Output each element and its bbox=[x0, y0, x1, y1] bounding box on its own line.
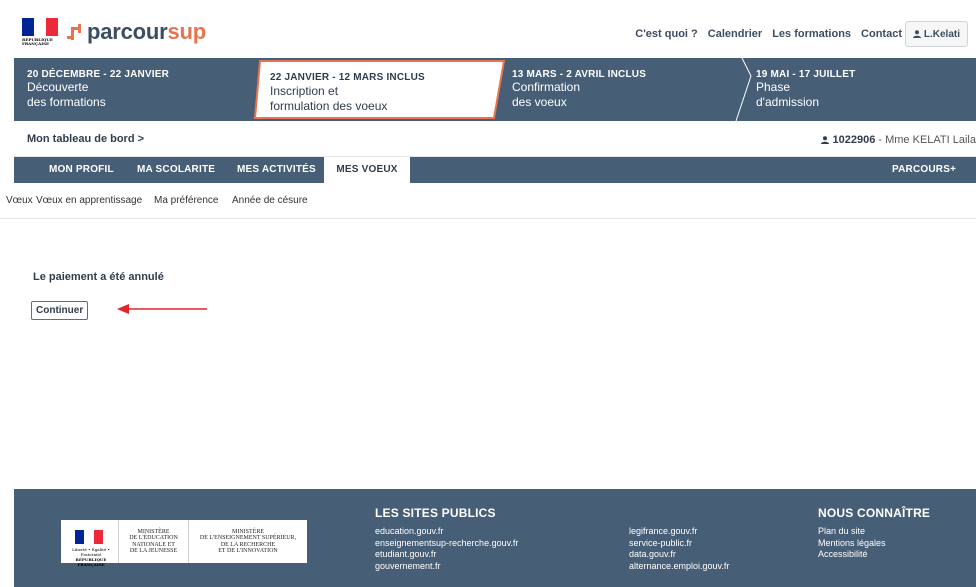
main-navigation: MON PROFIL MA SCOLARITE MES ACTIVITÉS ME… bbox=[14, 157, 976, 183]
footer-link[interactable]: service-public.fr bbox=[629, 538, 729, 550]
nav-contact[interactable]: Contact bbox=[861, 28, 902, 40]
parcoursup-wordmark: parcoursup bbox=[87, 19, 207, 44]
user-icon bbox=[912, 30, 921, 38]
phase-name: Inscription et formulation des voeux bbox=[270, 84, 388, 113]
subtab-ma-preference[interactable]: Ma préférence bbox=[154, 195, 218, 206]
phase-date: 22 JANVIER - 12 MARS INCLUS bbox=[270, 72, 425, 83]
sites-publics-heading: LES SITES PUBLICS bbox=[375, 506, 496, 520]
footer-link[interactable]: etudiant.gouv.fr bbox=[375, 549, 518, 561]
sub-navigation: Vœux Vœux en apprentissage Ma préférence… bbox=[0, 183, 976, 219]
footer-link[interactable]: data.gouv.fr bbox=[629, 549, 729, 561]
phase-confirmation[interactable]: 13 MARS - 2 AVRIL INCLUS Confirmation des… bbox=[510, 58, 742, 121]
tab-parcours-plus[interactable]: PARCOURS+ bbox=[892, 157, 956, 183]
user-info: 1022906 - Mme KELATI Laila bbox=[821, 134, 976, 146]
user-name: - Mme KELATI Laila bbox=[875, 134, 976, 146]
tab-mes-activites[interactable]: MES ACTIVITÉS bbox=[237, 157, 316, 183]
main-content: Le paiement a été annulé Continuer bbox=[14, 219, 976, 489]
phase-admission[interactable]: 19 MAI - 17 JUILLET Phase d'admission bbox=[754, 58, 974, 121]
site-header: RÉPUBLIQUE FRANÇAISE parcoursup C'est qu… bbox=[0, 0, 976, 58]
nav-cest-quoi[interactable]: C'est quoi ? bbox=[635, 28, 698, 40]
dashboard-link[interactable]: Mon tableau de bord > bbox=[27, 133, 144, 145]
sites-publics-list-2: legifrance.gouv.fr service-public.fr dat… bbox=[629, 526, 729, 572]
top-navigation: C'est quoi ? Calendrier Les formations C… bbox=[635, 28, 902, 40]
phase-decouverte[interactable]: 20 DÉCEMBRE - 22 JANVIER Découverte des f… bbox=[14, 58, 254, 121]
marianne-logo: Liberté • Égalité • Fraternité RÉPUBLIQUE… bbox=[61, 520, 119, 567]
user-icon bbox=[821, 136, 830, 144]
nav-les-formations[interactable]: Les formations bbox=[772, 28, 851, 40]
tab-mon-profil[interactable]: MON PROFIL bbox=[49, 157, 114, 183]
subtab-voeux-apprentissage[interactable]: Vœux en apprentissage bbox=[36, 195, 142, 206]
phase-name: Confirmation des voeux bbox=[512, 80, 581, 109]
subtab-annee-cesure[interactable]: Année de césure bbox=[232, 195, 308, 206]
user-account-button[interactable]: L.Kelati bbox=[904, 21, 968, 47]
nous-connaitre-list: Plan du site Mentions légales Accessibil… bbox=[818, 526, 886, 561]
sites-publics-list-1: education.gouv.fr enseignementsup-recher… bbox=[375, 526, 518, 572]
footer-link[interactable]: Mentions légales bbox=[818, 538, 886, 550]
tab-mes-voeux[interactable]: MES VOEUX bbox=[324, 157, 410, 183]
footer-link[interactable]: Plan du site bbox=[818, 526, 886, 538]
footer-link[interactable]: legifrance.gouv.fr bbox=[629, 526, 729, 538]
french-flag-icon bbox=[22, 18, 58, 36]
phase-timeline: 20 DÉCEMBRE - 22 JANVIER Découverte des f… bbox=[14, 58, 976, 121]
parcoursup-logo[interactable]: parcoursup bbox=[67, 19, 206, 45]
phase-date: 19 MAI - 17 JUILLET bbox=[756, 69, 856, 80]
republique-francaise-text: Liberté • Égalité • Fraternité RÉPUBLIQUE… bbox=[72, 547, 110, 567]
ministry-higher-education: MINISTÈRE DE L'ENSEIGNEMENT SUPÉRIEUR, D… bbox=[199, 528, 297, 555]
footer-link[interactable]: alternance.emploi.gouv.fr bbox=[629, 561, 729, 573]
phase-date: 20 DÉCEMBRE - 22 JANVIER bbox=[27, 69, 170, 80]
nous-connaitre-heading: NOUS CONNAÎTRE bbox=[818, 506, 931, 520]
parcoursup-mark-icon bbox=[67, 21, 85, 43]
site-footer: Liberté • Égalité • Fraternité RÉPUBLIQUE… bbox=[14, 489, 976, 587]
tab-ma-scolarite[interactable]: MA SCOLARITE bbox=[137, 157, 215, 183]
footer-link[interactable]: education.gouv.fr bbox=[375, 526, 518, 538]
footer-link[interactable]: Accessibilité bbox=[818, 549, 886, 561]
continue-button[interactable]: Continuer bbox=[31, 301, 89, 320]
phase-name: Phase d'admission bbox=[756, 80, 819, 109]
phase-inscription-active[interactable]: 22 JANVIER - 12 MARS INCLUS Inscription … bbox=[256, 58, 501, 121]
payment-cancelled-message: Le paiement a été annulé bbox=[33, 271, 164, 283]
nav-calendrier[interactable]: Calendrier bbox=[708, 28, 762, 40]
red-arrow-icon bbox=[117, 304, 207, 314]
french-flag-icon bbox=[75, 530, 103, 544]
user-button-label: L.Kelati bbox=[923, 28, 960, 40]
subtab-voeux[interactable]: Vœux bbox=[6, 195, 33, 206]
footer-link[interactable]: enseignementsup-recherche.gouv.fr bbox=[375, 538, 518, 550]
phase-date: 13 MARS - 2 AVRIL INCLUS bbox=[512, 69, 647, 80]
footer-link[interactable]: gouvernement.fr bbox=[375, 561, 518, 573]
ministries-logo[interactable]: Liberté • Égalité • Fraternité RÉPUBLIQUE… bbox=[61, 520, 307, 567]
ministry-education: MINISTÈRE DE L'ÉDUCATION NATIONALE ET DE… bbox=[119, 520, 189, 563]
republique-francaise-logo[interactable]: RÉPUBLIQUE FRANÇAISE bbox=[22, 18, 58, 46]
republique-francaise-text: RÉPUBLIQUE FRANÇAISE bbox=[22, 37, 53, 46]
phase-name: Découverte des formations bbox=[27, 80, 106, 109]
user-id: 1022906 bbox=[832, 134, 876, 146]
dashboard-bar: Mon tableau de bord > 1022906 - Mme KELA… bbox=[14, 121, 976, 157]
